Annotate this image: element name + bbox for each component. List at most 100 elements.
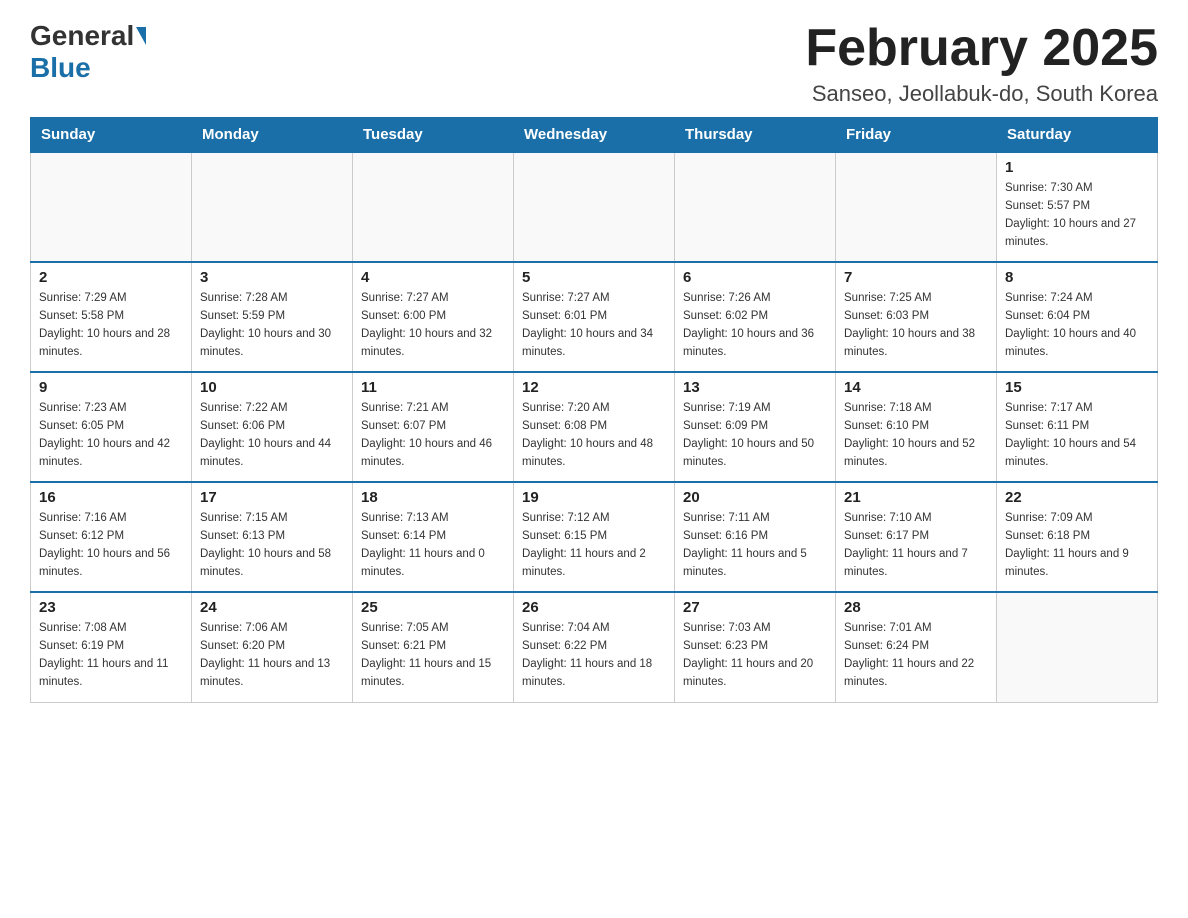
- day-number: 16: [39, 489, 183, 506]
- day-number: 26: [522, 599, 666, 616]
- day-info: Sunrise: 7:23 AMSunset: 6:05 PMDaylight:…: [39, 400, 183, 471]
- col-wednesday: Wednesday: [514, 118, 675, 153]
- day-info: Sunrise: 7:01 AMSunset: 6:24 PMDaylight:…: [844, 620, 988, 691]
- col-monday: Monday: [192, 118, 353, 153]
- table-row: 28 Sunrise: 7:01 AMSunset: 6:24 PMDayligh…: [836, 592, 997, 702]
- day-number: 22: [1005, 489, 1149, 506]
- table-row: 5Sunrise: 7:27 AMSunset: 6:01 PMDaylight…: [514, 262, 675, 372]
- col-saturday: Saturday: [997, 118, 1158, 153]
- day-number: 7: [844, 269, 988, 286]
- col-sunday: Sunday: [31, 118, 192, 153]
- table-row: 2Sunrise: 7:29 AMSunset: 5:58 PMDaylight…: [31, 262, 192, 372]
- table-row: 26 Sunrise: 7:04 AMSunset: 6:22 PMDayligh…: [514, 592, 675, 702]
- day-number: 9: [39, 379, 183, 396]
- day-info: Sunrise: 7:10 AMSunset: 6:17 PMDaylight:…: [844, 510, 988, 581]
- day-info: Sunrise: 7:13 AMSunset: 6:14 PMDaylight:…: [361, 510, 505, 581]
- day-info: Sunrise: 7:15 AMSunset: 6:13 PMDaylight:…: [200, 510, 344, 581]
- table-row: 19 Sunrise: 7:12 AMSunset: 6:15 PMDayligh…: [514, 482, 675, 592]
- day-number: 13: [683, 379, 827, 396]
- table-row: 17Sunrise: 7:15 AMSunset: 6:13 PMDayligh…: [192, 482, 353, 592]
- day-number: 15: [1005, 379, 1149, 396]
- day-number: 3: [200, 269, 344, 286]
- day-number: 24: [200, 599, 344, 616]
- table-row: 23 Sunrise: 7:08 AMSunset: 6:19 PMDayligh…: [31, 592, 192, 702]
- day-info: Sunrise: 7:04 AMSunset: 6:22 PMDaylight:…: [522, 620, 666, 691]
- logo-general-text: General: [30, 20, 134, 52]
- calendar-header-row: Sunday Monday Tuesday Wednesday Thursday…: [31, 118, 1158, 153]
- calendar-week-row: 2Sunrise: 7:29 AMSunset: 5:58 PMDaylight…: [31, 262, 1158, 372]
- calendar-table: Sunday Monday Tuesday Wednesday Thursday…: [30, 117, 1158, 703]
- table-row: 7 Sunrise: 7:25 AMSunset: 6:03 PMDaylight…: [836, 262, 997, 372]
- day-number: 23: [39, 599, 183, 616]
- table-row: 14Sunrise: 7:18 AMSunset: 6:10 PMDayligh…: [836, 372, 997, 482]
- table-row: 11 Sunrise: 7:21 AMSunset: 6:07 PMDayligh…: [353, 372, 514, 482]
- table-row: [353, 152, 514, 262]
- day-number: 11: [361, 379, 505, 396]
- table-row: 3Sunrise: 7:28 AMSunset: 5:59 PMDaylight…: [192, 262, 353, 372]
- day-number: 10: [200, 379, 344, 396]
- day-info: Sunrise: 7:25 AMSunset: 6:03 PMDaylight:…: [844, 290, 988, 361]
- day-info: Sunrise: 7:16 AMSunset: 6:12 PMDaylight:…: [39, 510, 183, 581]
- day-number: 19: [522, 489, 666, 506]
- logo: General Blue: [30, 20, 148, 84]
- title-section: February 2025 Sanseo, Jeollabuk-do, Sout…: [805, 20, 1158, 107]
- table-row: 20 Sunrise: 7:11 AMSunset: 6:16 PMDayligh…: [675, 482, 836, 592]
- table-row: 16 Sunrise: 7:16 AMSunset: 6:12 PMDayligh…: [31, 482, 192, 592]
- table-row: [675, 152, 836, 262]
- day-number: 1: [1005, 159, 1149, 176]
- day-number: 21: [844, 489, 988, 506]
- day-number: 18: [361, 489, 505, 506]
- table-row: 18 Sunrise: 7:13 AMSunset: 6:14 PMDayligh…: [353, 482, 514, 592]
- table-row: [514, 152, 675, 262]
- calendar-week-row: 23 Sunrise: 7:08 AMSunset: 6:19 PMDayligh…: [31, 592, 1158, 702]
- day-info: Sunrise: 7:21 AMSunset: 6:07 PMDaylight:…: [361, 400, 505, 471]
- table-row: [192, 152, 353, 262]
- logo-blue-text: Blue: [30, 52, 91, 84]
- table-row: 24Sunrise: 7:06 AMSunset: 6:20 PMDayligh…: [192, 592, 353, 702]
- day-info: Sunrise: 7:08 AMSunset: 6:19 PMDaylight:…: [39, 620, 183, 691]
- table-row: 6 Sunrise: 7:26 AMSunset: 6:02 PMDaylight…: [675, 262, 836, 372]
- day-number: 27: [683, 599, 827, 616]
- location-text: Sanseo, Jeollabuk-do, South Korea: [805, 81, 1158, 107]
- table-row: 27 Sunrise: 7:03 AMSunset: 6:23 PMDayligh…: [675, 592, 836, 702]
- table-row: 25 Sunrise: 7:05 AMSunset: 6:21 PMDayligh…: [353, 592, 514, 702]
- table-row: 21 Sunrise: 7:10 AMSunset: 6:17 PMDayligh…: [836, 482, 997, 592]
- day-info: Sunrise: 7:09 AMSunset: 6:18 PMDaylight:…: [1005, 510, 1149, 581]
- day-info: Sunrise: 7:03 AMSunset: 6:23 PMDaylight:…: [683, 620, 827, 691]
- col-thursday: Thursday: [675, 118, 836, 153]
- calendar-week-row: 1Sunrise: 7:30 AMSunset: 5:57 PMDaylight…: [31, 152, 1158, 262]
- day-number: 20: [683, 489, 827, 506]
- table-row: [836, 152, 997, 262]
- day-info: Sunrise: 7:24 AMSunset: 6:04 PMDaylight:…: [1005, 290, 1149, 361]
- table-row: 12 Sunrise: 7:20 AMSunset: 6:08 PMDayligh…: [514, 372, 675, 482]
- table-row: 8 Sunrise: 7:24 AMSunset: 6:04 PMDaylight…: [997, 262, 1158, 372]
- calendar-week-row: 16 Sunrise: 7:16 AMSunset: 6:12 PMDayligh…: [31, 482, 1158, 592]
- day-info: Sunrise: 7:20 AMSunset: 6:08 PMDaylight:…: [522, 400, 666, 471]
- day-info: Sunrise: 7:11 AMSunset: 6:16 PMDaylight:…: [683, 510, 827, 581]
- table-row: 9 Sunrise: 7:23 AMSunset: 6:05 PMDaylight…: [31, 372, 192, 482]
- table-row: [997, 592, 1158, 702]
- table-row: 10Sunrise: 7:22 AMSunset: 6:06 PMDayligh…: [192, 372, 353, 482]
- day-info: Sunrise: 7:05 AMSunset: 6:21 PMDaylight:…: [361, 620, 505, 691]
- col-friday: Friday: [836, 118, 997, 153]
- day-number: 28: [844, 599, 988, 616]
- day-info: Sunrise: 7:17 AMSunset: 6:11 PMDaylight:…: [1005, 400, 1149, 471]
- day-number: 8: [1005, 269, 1149, 286]
- day-info: Sunrise: 7:26 AMSunset: 6:02 PMDaylight:…: [683, 290, 827, 361]
- day-number: 6: [683, 269, 827, 286]
- day-info: Sunrise: 7:12 AMSunset: 6:15 PMDaylight:…: [522, 510, 666, 581]
- day-info: Sunrise: 7:29 AMSunset: 5:58 PMDaylight:…: [39, 290, 183, 361]
- day-info: Sunrise: 7:27 AMSunset: 6:01 PMDaylight:…: [522, 290, 666, 361]
- day-info: Sunrise: 7:19 AMSunset: 6:09 PMDaylight:…: [683, 400, 827, 471]
- day-number: 4: [361, 269, 505, 286]
- day-number: 12: [522, 379, 666, 396]
- day-info: Sunrise: 7:18 AMSunset: 6:10 PMDaylight:…: [844, 400, 988, 471]
- day-number: 25: [361, 599, 505, 616]
- table-row: 13 Sunrise: 7:19 AMSunset: 6:09 PMDayligh…: [675, 372, 836, 482]
- col-tuesday: Tuesday: [353, 118, 514, 153]
- table-row: 1Sunrise: 7:30 AMSunset: 5:57 PMDaylight…: [997, 152, 1158, 262]
- table-row: 4Sunrise: 7:27 AMSunset: 6:00 PMDaylight…: [353, 262, 514, 372]
- page-header: General Blue February 2025 Sanseo, Jeoll…: [30, 20, 1158, 107]
- table-row: 15 Sunrise: 7:17 AMSunset: 6:11 PMDayligh…: [997, 372, 1158, 482]
- month-title: February 2025: [805, 20, 1158, 77]
